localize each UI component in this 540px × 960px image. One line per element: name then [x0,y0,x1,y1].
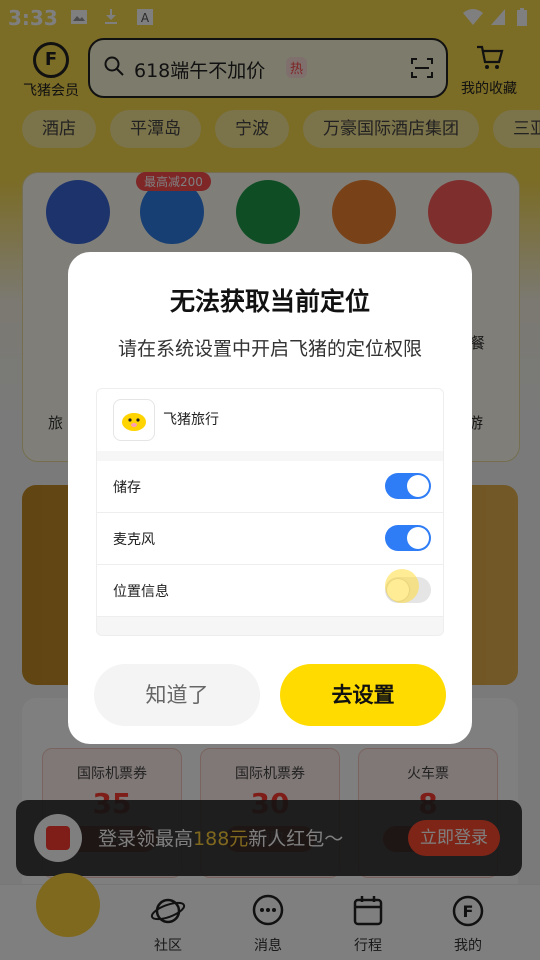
permission-row-storage: 储存 [97,461,443,513]
dialog-title: 无法获取当前定位 [169,287,370,316]
dismiss-button[interactable]: 知道了 [94,664,260,726]
fliggy-app-icon [113,399,155,441]
permission-row-microphone: 麦克风 [97,513,443,565]
microphone-toggle [385,525,431,551]
dialog-subtitle: 请在系统设置中开启飞猪的定位权限 [117,338,422,360]
home-page: 3:33 A F 飞猪会员 618端午不加价 热 [0,0,540,960]
app-header-row: 飞猪旅行 [97,389,443,451]
app-name: 飞猪旅行 [163,412,219,428]
permission-row-location: 位置信息 [97,565,443,617]
fliggy-mascot-icon [122,413,146,431]
permission-label: 储存 [113,480,141,496]
go-to-settings-button[interactable]: 去设置 [280,664,446,726]
tap-indicator-icon [385,569,419,603]
storage-toggle [385,473,431,499]
permission-label: 位置信息 [113,584,169,600]
location-permission-dialog: 无法获取当前定位 请在系统设置中开启飞猪的定位权限 飞猪旅行 储存 麦克风 位置… [68,252,472,744]
permission-label: 麦克风 [113,532,155,548]
settings-illustration: 飞猪旅行 储存 麦克风 位置信息 [96,388,444,636]
